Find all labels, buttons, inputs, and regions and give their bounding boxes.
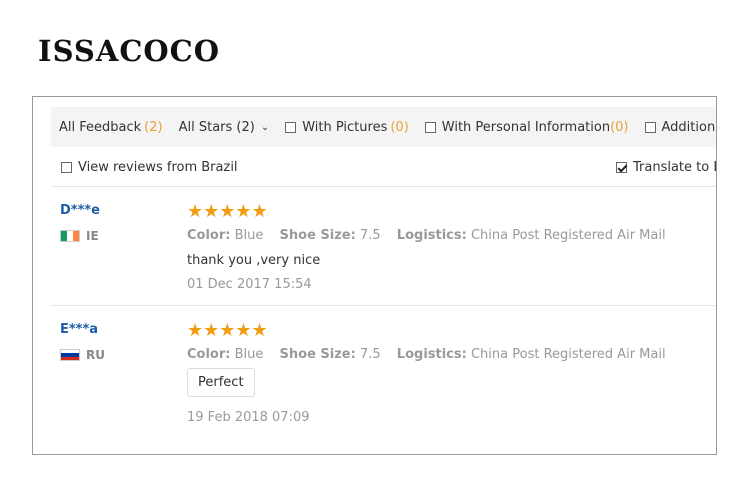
with-personal-info-count: (0) — [610, 119, 629, 135]
filter-all-feedback-label: All Feedback — [59, 119, 142, 135]
filter-with-personal-info[interactable]: With Personal Information (0) — [417, 120, 637, 135]
ireland-flag-icon — [60, 230, 80, 242]
divider — [51, 186, 716, 187]
view-brazil-option[interactable]: View reviews from Brazil — [61, 160, 238, 175]
product-attributes: Color: Blue Shoe Size: 7.5 Logistics: Ch… — [187, 228, 678, 243]
filter-all-stars-dropdown[interactable]: All Stars (2) ⌄ — [171, 120, 278, 135]
with-pictures-checkbox[interactable] — [285, 121, 297, 133]
russia-flag-icon — [60, 349, 80, 361]
view-brazil-checkbox[interactable] — [61, 162, 72, 173]
reviewer-country: RU — [60, 348, 105, 362]
view-brazil-label: View reviews from Brazil — [78, 160, 238, 175]
shoe-size-attr-label: Shoe Size: — [279, 228, 356, 243]
divider — [51, 305, 716, 306]
country-code: IE — [86, 229, 99, 243]
with-pictures-label: With Pictures — [302, 119, 388, 135]
chevron-down-icon: ⌄ — [260, 121, 270, 133]
star-rating: ★★★★★ — [187, 201, 268, 222]
feedback-panel: All Feedback (2) All Stars (2) ⌄ With Pi… — [32, 96, 717, 455]
color-attr-value: Blue — [234, 347, 264, 362]
logistics-attr-value: China Post Registered Air Mail — [470, 228, 666, 243]
shoe-size-attr-value: 7.5 — [359, 228, 381, 243]
product-attributes: Color: Blue Shoe Size: 7.5 Logistics: Ch… — [187, 347, 678, 362]
shoe-size-attr-value: 7.5 — [359, 347, 381, 362]
brand-logo: ISSACOCO — [38, 34, 220, 68]
review-date: 01 Dec 2017 15:54 — [187, 277, 312, 292]
shoe-size-attr-label: Shoe Size: — [279, 347, 356, 362]
translate-option[interactable]: Translate to E — [616, 160, 717, 175]
filter-all-feedback[interactable]: All Feedback (2) — [51, 120, 171, 135]
filter-additional[interactable]: Additional F — [637, 119, 717, 135]
reviewer-name[interactable]: D***e — [60, 203, 100, 218]
filter-with-pictures[interactable]: With Pictures (0) — [277, 120, 417, 135]
review-date: 19 Feb 2018 07:09 — [187, 410, 310, 425]
color-attr-label: Color: — [187, 347, 231, 362]
reviewer-name[interactable]: E***a — [60, 322, 98, 337]
with-personal-info-label: With Personal Information — [441, 119, 611, 135]
review-tag: Perfect — [187, 368, 255, 397]
with-personal-info-checkbox[interactable] — [424, 121, 436, 133]
color-attr-label: Color: — [187, 228, 231, 243]
additional-label: Additional F — [661, 119, 717, 135]
additional-checkbox[interactable] — [644, 121, 656, 133]
logistics-attr-value: China Post Registered Air Mail — [470, 347, 666, 362]
options-row: View reviews from Brazil Translate to E — [61, 160, 717, 180]
translate-label: Translate to E — [633, 160, 717, 175]
logistics-attr-label: Logistics: — [396, 228, 467, 243]
review-comment: thank you ,very nice — [187, 253, 321, 268]
star-rating: ★★★★★ — [187, 320, 268, 341]
country-code: RU — [86, 348, 105, 362]
filter-bar: All Feedback (2) All Stars (2) ⌄ With Pi… — [51, 107, 717, 147]
reviewer-country: IE — [60, 229, 99, 243]
review-item: E***a RU ★★★★★ Color: Blue Shoe Size: 7.… — [33, 320, 716, 432]
review-item: D***e IE ★★★★★ Color: Blue Shoe Size: 7.… — [33, 201, 716, 299]
translate-checkbox[interactable] — [616, 162, 627, 173]
logistics-attr-label: Logistics: — [396, 347, 467, 362]
color-attr-value: Blue — [234, 228, 264, 243]
with-pictures-count: (0) — [390, 119, 409, 135]
filter-all-stars-label: All Stars (2) — [178, 119, 255, 135]
filter-all-feedback-count: (2) — [144, 119, 163, 135]
